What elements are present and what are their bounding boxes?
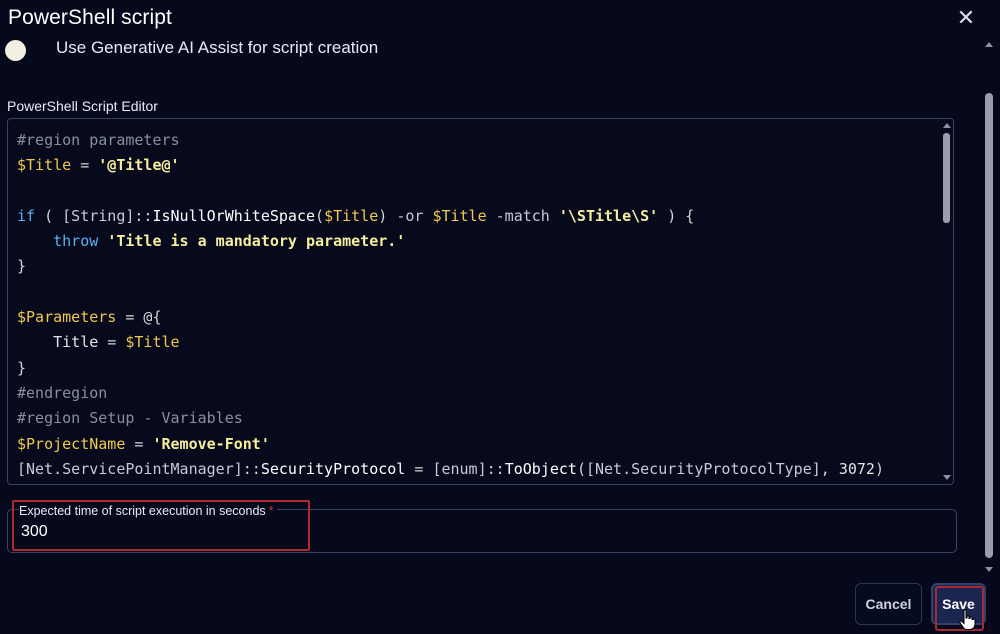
code-token: :: [486, 459, 505, 478]
code-token: #endregion [17, 383, 108, 402]
code-token: = [125, 434, 153, 453]
code-line[interactable]: } [17, 254, 884, 279]
code-token: ) [874, 459, 884, 478]
editor-scrollbar[interactable] [942, 121, 951, 482]
code-line[interactable]: Title = $Title [17, 330, 884, 355]
code-line[interactable]: $Title = '@Title@' [17, 153, 884, 178]
code-token: = [405, 459, 433, 478]
ai-assist-label: Use Generative AI Assist for script crea… [56, 38, 379, 57]
code-token: Title [17, 333, 99, 352]
code-token: $Title [324, 206, 379, 225]
code-token: '@Title@' [98, 156, 180, 175]
code-token: $Title [432, 206, 487, 225]
code-token: '\STitle\S' [558, 206, 659, 225]
code-token: 3072 [838, 459, 875, 478]
code-line[interactable] [17, 280, 884, 305]
code-token: ) [378, 206, 397, 225]
code-token: ) { [658, 206, 695, 225]
code-line[interactable]: #endregion [17, 381, 884, 406]
code-line[interactable]: } [17, 356, 884, 381]
scroll-down-icon[interactable] [943, 475, 951, 480]
code-line[interactable]: if ( [String]::IsNullOrWhiteSpace($Title… [17, 204, 884, 229]
dialog-title: PowerShell script [8, 6, 172, 29]
code-token: [enum] [432, 459, 487, 478]
dialog-scroll-thumb[interactable] [985, 93, 993, 558]
code-line[interactable]: #region Setup - Variables [17, 406, 884, 431]
code-token: 'Title is a mandatory parameter.' [107, 232, 406, 251]
scroll-clip [0, 36, 990, 40]
code-token: if [17, 206, 36, 225]
code-token: :: [134, 206, 153, 225]
code-token: IsNullOrWhiteSpace [152, 206, 316, 225]
cancel-button[interactable]: Cancel [855, 583, 922, 625]
code-content[interactable]: #region parameters $Title = '@Title@' if … [17, 128, 884, 482]
code-token: ToObject [504, 459, 577, 478]
code-token: $Parameters [17, 308, 117, 327]
code-token: #region Setup - Variables [17, 409, 243, 428]
code-token: #region parameters [17, 131, 180, 149]
code-token: $Title [17, 156, 72, 175]
close-icon[interactable]: ✕ [955, 6, 977, 30]
code-token: $ProjectName [17, 434, 126, 453]
code-token: } [17, 257, 27, 276]
dialog-scrollbar[interactable] [984, 38, 994, 574]
hand-cursor-icon [959, 609, 976, 630]
code-token: [Net.ServicePointManager] [17, 459, 243, 478]
editor-scroll-thumb[interactable] [943, 133, 950, 223]
code-token: = [98, 333, 126, 352]
code-token: 'Remove-Font' [152, 434, 270, 453]
code-token: = [71, 156, 99, 175]
code-token: $Title [125, 333, 180, 352]
code-token: , [820, 459, 839, 478]
code-line[interactable]: $Parameters = @{ [17, 305, 884, 330]
code-line[interactable] [17, 179, 884, 204]
scroll-down-icon[interactable] [985, 567, 993, 572]
code-line[interactable]: throw 'Title is a mandatory parameter.' [17, 229, 884, 254]
code-token: } [17, 358, 27, 377]
scroll-up-icon[interactable] [943, 123, 951, 128]
editor-label: PowerShell Script Editor [7, 98, 158, 114]
code-token: [String] [62, 206, 135, 225]
ai-assist-toggle[interactable] [5, 40, 26, 61]
code-token: -or [396, 206, 424, 225]
code-token: [Net.SecurityProtocolType] [585, 459, 821, 478]
code-token: -match [495, 206, 550, 225]
code-line[interactable]: [Net.ServicePointManager]::SecurityProto… [17, 457, 884, 482]
code-token: = @{ [116, 308, 162, 327]
code-token: SecurityProtocol [260, 459, 406, 478]
code-token: ( [35, 206, 63, 225]
scroll-up-icon[interactable] [985, 42, 993, 47]
code-line[interactable]: #region parameters [17, 128, 884, 153]
execution-time-highlight [12, 500, 310, 551]
code-line[interactable]: $ProjectName = 'Remove-Font' [17, 432, 884, 457]
script-editor[interactable]: #region parameters $Title = '@Title@' if … [7, 118, 954, 485]
code-token: ( [576, 459, 586, 478]
code-token: throw [53, 232, 99, 251]
code-token: :: [242, 459, 261, 478]
code-token: ( [315, 206, 325, 225]
